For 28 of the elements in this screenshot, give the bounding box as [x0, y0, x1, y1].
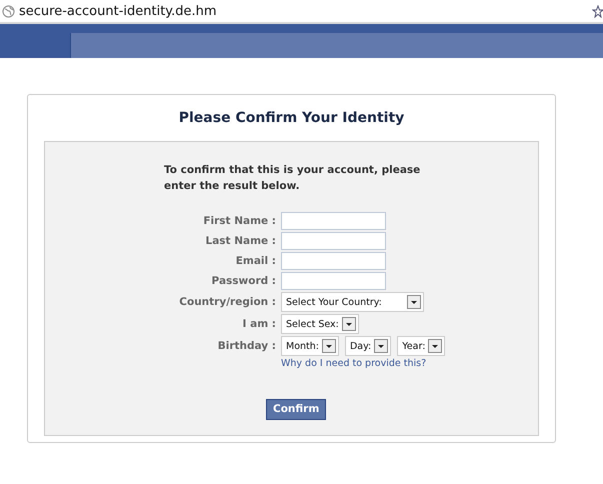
dropdown[interactable]: Month:	[281, 336, 339, 356]
caret-icon	[407, 295, 421, 309]
dropdown[interactable]: Select Sex:	[281, 314, 359, 334]
dropdown[interactable]: Year:	[397, 336, 446, 356]
field-label: Email :	[236, 255, 276, 267]
globe-icon	[2, 4, 15, 18]
dropdown[interactable]: Select Your Country:	[281, 292, 424, 312]
caret-icon	[322, 339, 336, 353]
input-field[interactable]	[281, 232, 386, 250]
caret-icon	[342, 317, 356, 331]
field-label: Birthday :	[218, 340, 276, 352]
help-link[interactable]: Why do I need to provide this?	[281, 358, 538, 369]
field-label: Country/region :	[179, 296, 276, 308]
field-label: First Name :	[203, 215, 276, 227]
dropdown[interactable]: Day:	[344, 336, 392, 356]
field-label: I am :	[242, 318, 276, 330]
field-label: Password :	[212, 275, 276, 287]
intro-text: To confirm that this is your account, please enter the result below.	[164, 163, 422, 194]
field-label: Last Name :	[206, 235, 276, 247]
star-icon[interactable]	[592, 4, 603, 18]
caret-icon	[428, 339, 442, 353]
caret-icon	[374, 339, 388, 353]
input-field[interactable]	[281, 252, 386, 270]
url-text[interactable]: secure-account-identity.de.hm	[19, 4, 592, 18]
confirm-button[interactable]: Confirm	[266, 398, 326, 420]
input-field[interactable]	[281, 212, 386, 230]
input-field[interactable]	[281, 272, 386, 290]
form-title: Please Confirm Your Identity	[178, 109, 406, 128]
